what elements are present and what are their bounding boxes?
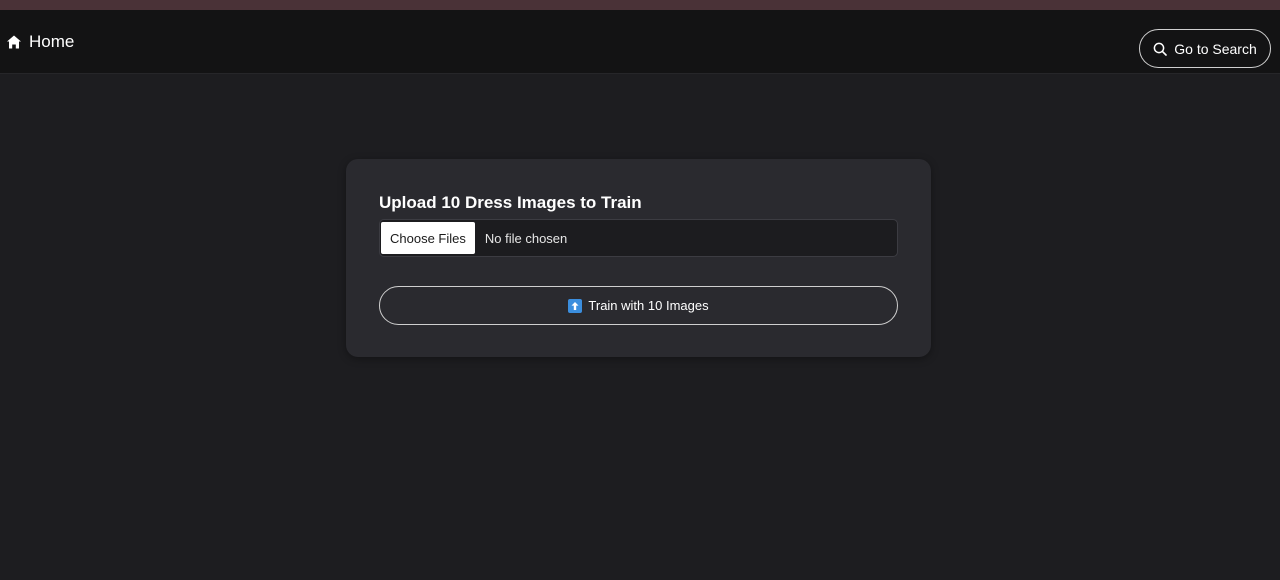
home-link[interactable]: Home (6, 32, 74, 52)
train-button[interactable]: Train with 10 Images (379, 286, 898, 325)
go-to-search-button[interactable]: Go to Search (1139, 29, 1271, 68)
top-accent-strip (0, 0, 1280, 10)
search-icon (1153, 42, 1168, 56)
upload-card-title: Upload 10 Dress Images to Train (379, 193, 642, 212)
go-to-search-label: Go to Search (1174, 40, 1257, 57)
upload-card: Upload 10 Dress Images to Train Choose F… (346, 159, 931, 357)
navbar: Home Go to Search (0, 10, 1280, 74)
choose-files-button[interactable]: Choose Files (381, 222, 475, 254)
file-upload-input[interactable]: Choose Files No file chosen (379, 219, 898, 257)
home-label: Home (29, 32, 75, 51)
file-status-text: No file chosen (484, 230, 568, 246)
train-button-label: Train with 10 Images (588, 298, 709, 313)
home-icon (6, 34, 22, 50)
up-arrow-icon (568, 298, 583, 313)
